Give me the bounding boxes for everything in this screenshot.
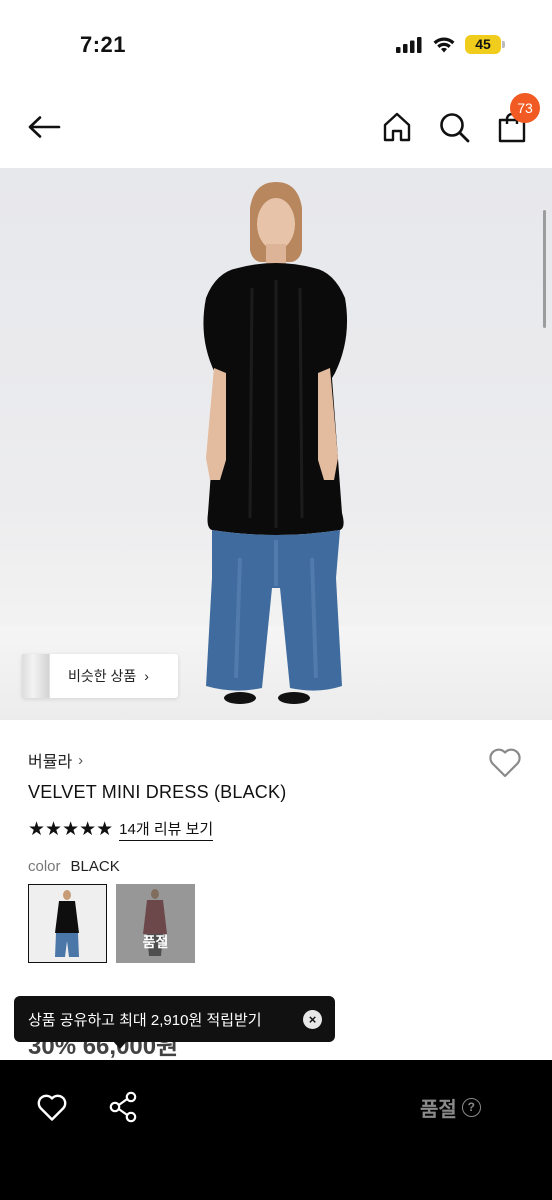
similar-products-thumbnail xyxy=(22,654,50,698)
product-title: VELVET MINI DRESS (BLACK) xyxy=(28,782,287,802)
heart-outline-icon[interactable] xyxy=(487,745,523,779)
back-button[interactable] xyxy=(24,110,64,144)
cart-count-badge: 73 xyxy=(510,93,540,123)
arrow-left-icon xyxy=(28,116,61,138)
chevron-right-icon: › xyxy=(144,668,149,684)
toast-pointer xyxy=(112,1040,128,1049)
color-row: color BLACK xyxy=(28,858,120,875)
battery-tip xyxy=(502,41,505,48)
heart-outline-icon[interactable] xyxy=(36,1092,68,1122)
cellular-signal-icon xyxy=(396,37,422,53)
close-circle-icon[interactable]: × xyxy=(303,1010,322,1029)
toast-message: 상품 공유하고 최대 2,910원 적립받기 xyxy=(28,1011,262,1029)
home-icon[interactable] xyxy=(380,110,414,144)
color-swatch-red-soldout[interactable]: 품절 xyxy=(116,884,195,963)
similar-products-button[interactable]: 비슷한 상품 › xyxy=(22,654,178,698)
page-scrollbar[interactable] xyxy=(543,210,546,328)
share-icon[interactable] xyxy=(108,1091,138,1123)
top-navigation xyxy=(0,90,552,168)
rating-stars: ★★★★★ xyxy=(28,819,114,840)
bottom-action-bar: 품절 ? xyxy=(0,1060,552,1200)
rating-row: ★★★★★ 14개 리뷰 보기 xyxy=(28,818,214,841)
battery-indicator: 45 xyxy=(465,35,501,54)
brand-name: 버뮬라 xyxy=(28,754,73,771)
soldout-button[interactable]: 품절 ? xyxy=(420,1092,481,1122)
brand-link[interactable]: 버뮬라 › xyxy=(28,748,83,772)
model-photo xyxy=(203,182,348,704)
swatch-thumbnail-black xyxy=(29,885,105,961)
status-bar: 7:21 45 xyxy=(0,0,552,88)
color-value: BLACK xyxy=(70,858,120,875)
soldout-swatch-label: 품절 xyxy=(142,934,169,950)
review-link[interactable]: 14개 리뷰 보기 xyxy=(119,818,214,841)
search-icon[interactable] xyxy=(437,110,471,144)
status-time: 7:21 xyxy=(80,32,127,57)
product-image[interactable] xyxy=(0,168,552,720)
share-reward-toast[interactable]: 상품 공유하고 최대 2,910원 적립받기 × xyxy=(14,996,335,1042)
soldout-label: 품절 xyxy=(420,1098,457,1121)
color-label: color xyxy=(28,858,61,875)
wifi-icon xyxy=(433,37,455,53)
question-circle-icon[interactable]: ? xyxy=(461,1097,481,1117)
color-swatch-black[interactable] xyxy=(28,884,107,963)
chevron-right-icon: › xyxy=(78,751,84,769)
similar-products-label: 비슷한 상품 xyxy=(68,668,137,684)
